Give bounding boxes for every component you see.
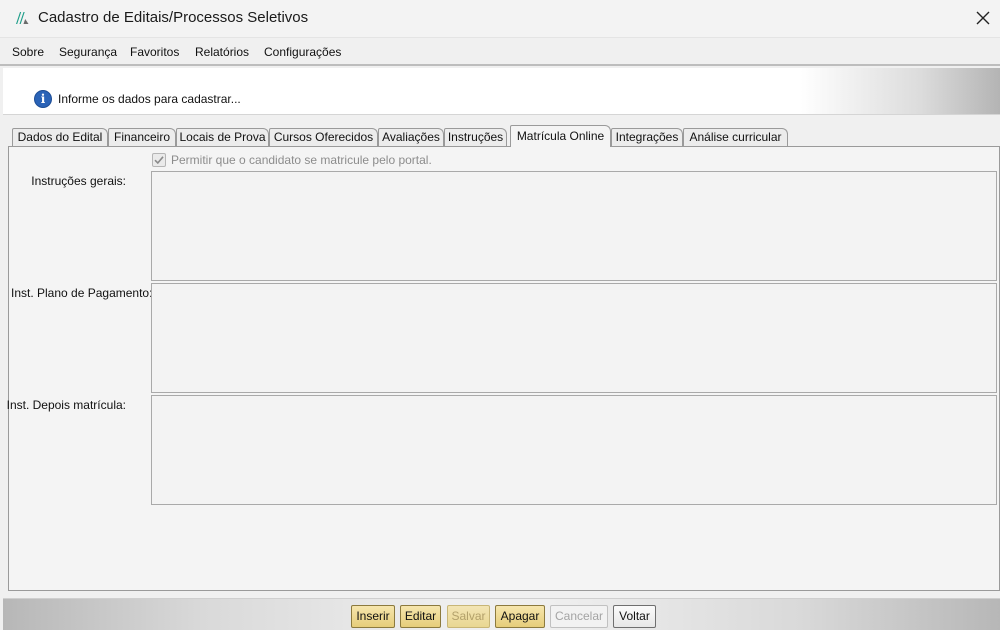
cancel-button[interactable]: Cancelar [550, 605, 608, 628]
tab-dados-do-edital[interactable]: Dados do Edital [12, 128, 108, 147]
tab-panel-matricula-online: Permitir que o candidato se matricule pe… [6, 146, 1000, 591]
insert-button[interactable]: Inserir [351, 605, 395, 628]
tab-cursos-oferecidos[interactable]: Cursos Oferecidos [269, 128, 378, 147]
menu-bar: Sobre Segurança Favoritos Relatórios Con… [0, 39, 1000, 66]
payment-plan-instructions-textarea[interactable] [151, 283, 997, 393]
info-banner: i Informe os dados para cadastrar... [3, 68, 1000, 115]
back-button[interactable]: Voltar [613, 605, 656, 628]
tab-matricula-online[interactable]: Matrícula Online [510, 125, 611, 147]
tab-analise-curricular[interactable]: Análise curricular [683, 128, 788, 147]
tab-integracoes[interactable]: Integrações [611, 128, 683, 147]
tab-instrucoes[interactable]: Instruções [444, 128, 507, 147]
after-enrollment-instructions-textarea[interactable] [151, 395, 997, 505]
menu-item-favoritos[interactable]: Favoritos [130, 45, 179, 59]
info-message: Informe os dados para cadastrar... [58, 92, 241, 106]
tab-locais-de-prova[interactable]: Locais de Prova [176, 128, 269, 147]
edit-button[interactable]: Editar [400, 605, 441, 628]
tab-strip: Dados do Edital Financeiro Locais de Pro… [8, 125, 1000, 147]
menu-item-relatorios[interactable]: Relatórios [195, 45, 249, 59]
close-button[interactable] [966, 0, 1000, 38]
allow-enroll-label: Permitir que o candidato se matricule pe… [171, 153, 432, 167]
save-button[interactable]: Salvar [447, 605, 490, 628]
menu-item-sobre[interactable]: Sobre [12, 45, 44, 59]
tab-financeiro[interactable]: Financeiro [108, 128, 176, 147]
close-icon [976, 11, 990, 28]
app-logo-icon [14, 10, 30, 26]
allow-enroll-checkbox[interactable] [152, 153, 166, 167]
tab-avaliacoes[interactable]: Avaliações [378, 128, 444, 147]
after-enrollment-instructions-label: Inst. Depois matrícula: [6, 398, 126, 412]
info-icon: i [34, 90, 52, 108]
general-instructions-textarea[interactable] [151, 171, 997, 281]
title-bar: Cadastro de Editais/Processos Seletivos [0, 0, 1000, 38]
window-title: Cadastro de Editais/Processos Seletivos [38, 9, 309, 26]
action-bar: Inserir Editar Salvar Apagar Cancelar Vo… [3, 598, 1000, 630]
menu-item-configuracoes[interactable]: Configurações [264, 45, 341, 59]
menu-item-seguranca[interactable]: Segurança [59, 45, 117, 59]
payment-plan-instructions-label: Inst. Plano de Pagamento: [11, 286, 153, 300]
general-instructions-label: Instruções gerais: [31, 174, 126, 188]
delete-button[interactable]: Apagar [495, 605, 545, 628]
